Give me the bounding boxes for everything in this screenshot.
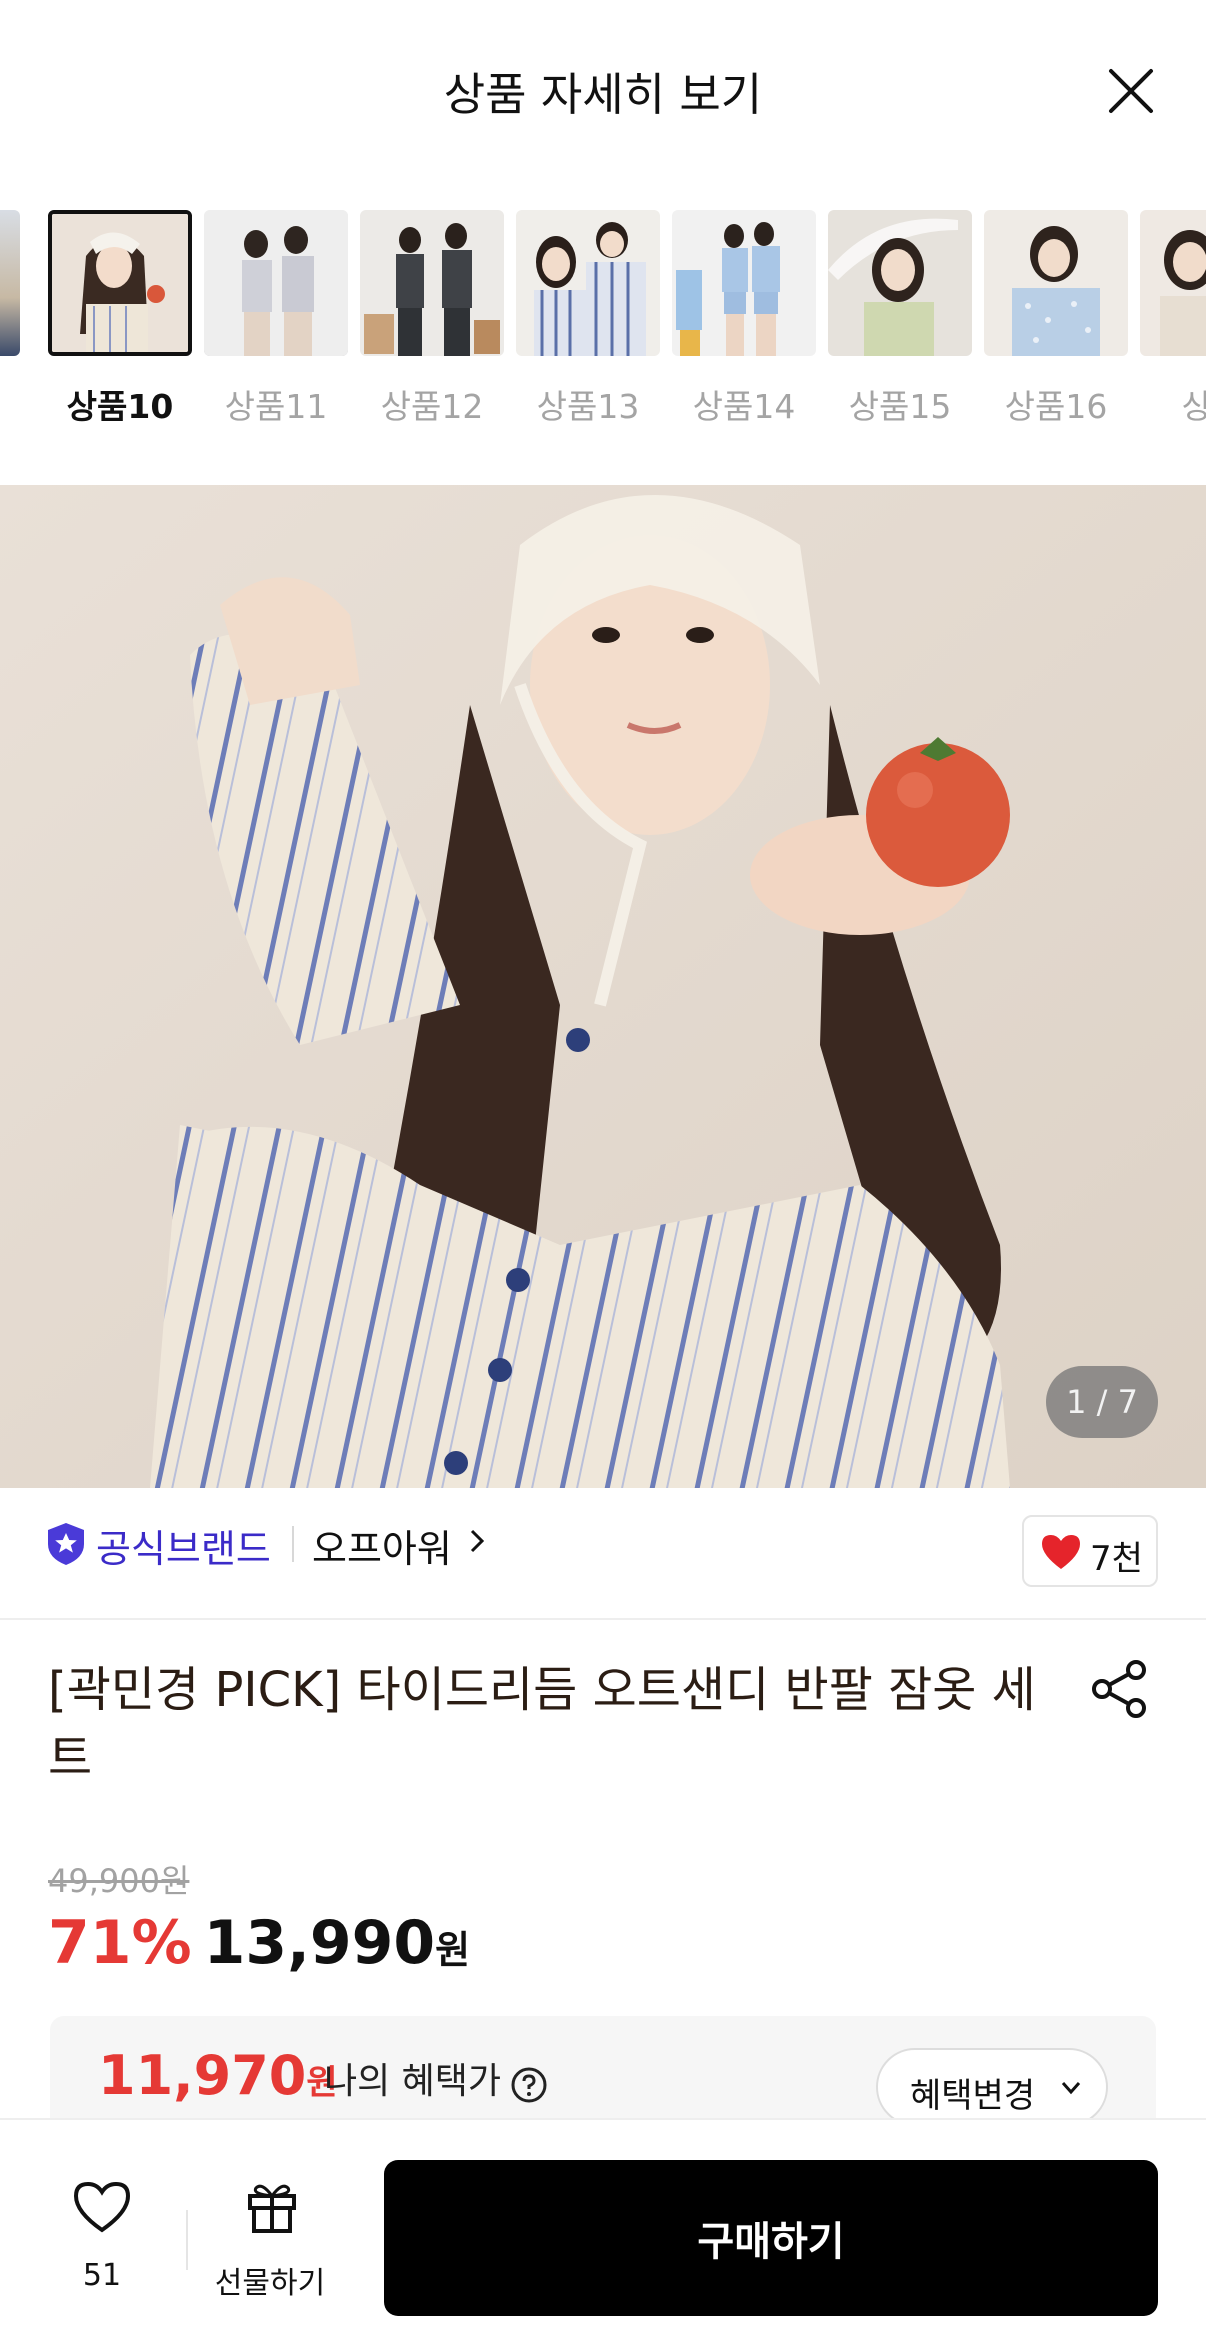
thumbnail-label: 상품16 [1004,387,1108,426]
product-main-image[interactable] [0,485,1206,1488]
thumbnail-image[interactable] [0,210,20,356]
benefit-label: 나의 혜택가 [324,2061,502,2102]
benefit-change-button[interactable]: 혜택변경 [876,2048,1108,2126]
thumbnail-image[interactable] [360,210,504,356]
thumbnail-label: 상품12 [380,387,484,426]
chevron-right-icon[interactable] [466,1526,488,1556]
official-brand-label[interactable]: 공식브랜드 [96,1518,271,1573]
brand-like-button[interactable]: 7천 [1022,1515,1158,1587]
product-thumbnail-strip[interactable]: 9 상품10 상품11 상품12 상품13 상품14 상품15 상품16 상품 [0,210,1206,430]
thumbnail-label: 9 [0,380,24,419]
heart-outline-icon [73,2181,131,2233]
benefit-price: 11,970원 [98,2044,338,2107]
thumbnail-image[interactable] [828,210,972,356]
brand-like-count: 7천 [1090,1539,1143,1579]
thumbnail-label: 상품13 [536,387,640,426]
official-brand-icon [48,1523,84,1565]
price-row: 71% 13,990 원 [48,1908,470,1980]
thumbnail-label: 상품14 [692,387,796,426]
close-button[interactable] [1100,60,1162,122]
thumbnail-image[interactable] [672,210,816,356]
sale-price-unit: 원 [435,1928,471,1972]
help-icon[interactable] [510,2066,548,2104]
page-title: 상품 자세히 보기 [443,68,763,121]
brand-name-link[interactable]: 오프아워 [312,1518,452,1573]
buy-button[interactable]: 구매하기 [384,2160,1158,2316]
divider [292,1526,294,1562]
gift-label: 선물하기 [214,2266,326,2301]
gift-icon [248,2184,296,2233]
wishlist-button[interactable]: 51 [50,2180,154,2300]
thumbnail-label: 상품11 [224,387,328,426]
chevron-down-icon [1061,2082,1081,2095]
header: 상품 자세히 보기 [0,0,1206,180]
sale-price: 13,990 [203,1908,436,1978]
divider [186,2210,188,2270]
thumbnail-image[interactable] [984,210,1128,356]
thumbnail-label: 상품10 [66,387,174,426]
thumbnail-image[interactable] [516,210,660,356]
product-title: [곽민경 PICK] 타이드리듬 오트샌디 반팔 잠옷 세트 [48,1662,1036,1786]
brand-row: 공식브랜드 오프아워 7천 [0,1488,1206,1620]
discount-rate: 71% [48,1908,192,1978]
benefit-change-label: 혜택변경 [910,2076,1036,2116]
share-icon[interactable] [1090,1658,1150,1720]
thumbnail-label: 상품 [1181,387,1206,426]
gift-button[interactable]: 선물하기 [202,2180,338,2301]
image-counter-badge: 1 / 7 [1046,1366,1158,1438]
original-price: 49,900원 [48,1862,190,1900]
wishlist-count: 51 [82,2258,122,2293]
bottom-action-bar: 51 선물하기 구매하기 [0,2118,1206,2349]
thumbnail-image[interactable] [1140,210,1206,356]
thumbnail-image[interactable] [204,210,348,356]
thumbnail-image[interactable] [48,210,192,356]
close-icon [1109,69,1153,113]
thumbnail-label: 상품15 [848,387,952,426]
heart-filled-icon [1042,1535,1080,1569]
benefit-price-value: 11,970 [98,2044,307,2107]
